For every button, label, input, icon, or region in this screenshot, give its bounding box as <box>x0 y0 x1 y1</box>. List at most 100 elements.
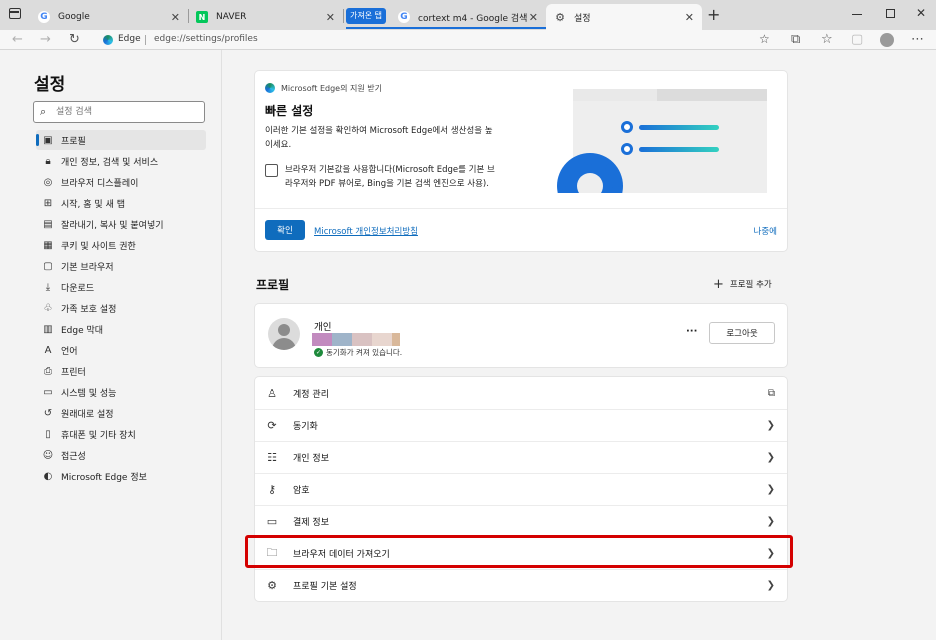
description-line: 이러한 기본 설정을 확인하여 Microsoft Edge에서 생산성을 높 <box>265 126 493 136</box>
favorites-icon[interactable]: ☆ <box>821 31 833 49</box>
more-menu-icon[interactable]: ⋯ <box>911 31 924 49</box>
phone-icon: ▯ <box>45 428 51 440</box>
row-payment-info[interactable]: ▭ 결제 정보 ❯ <box>255 505 787 537</box>
sync-check-icon: ✓ <box>314 348 323 357</box>
row-passwords[interactable]: ⚷ 암호 ❯ <box>255 473 787 505</box>
sidebar-item-edge-bar[interactable]: ▥ Edge 막대 <box>36 319 206 339</box>
sidebar-item-printers[interactable]: ⎙ 프린터 <box>36 361 206 381</box>
tab-settings[interactable]: ⚙ 설정 ✕ <box>546 4 702 30</box>
later-button[interactable]: 나중에 <box>754 225 777 237</box>
sidebar-item-system[interactable]: ▭ 시스템 및 성능 <box>36 382 206 402</box>
sidebar-item-about[interactable]: ◐ Microsoft Edge 정보 <box>36 466 206 486</box>
row-label: 개인 정보 <box>293 454 329 464</box>
settings-search-input[interactable] <box>56 105 196 119</box>
sidebar-item-label: 프린터 <box>61 367 86 378</box>
sidebar-item-start-home[interactable]: ⊞ 시작, 홈 및 새 탭 <box>36 193 206 213</box>
lock-icon: 🔒︎ <box>45 155 51 167</box>
row-account-management[interactable]: ♙ 계정 관리 ⧉ <box>255 377 787 409</box>
settings-page: 설정 ⌕ ▣프로필 🔒︎개인 정보, 검색 및 서비스 ◎브라우저 디스플레이 … <box>0 50 936 640</box>
new-tab-icon[interactable]: + <box>707 5 720 24</box>
settings-search-box[interactable]: ⌕ <box>33 101 205 123</box>
site-label: Edge <box>118 34 141 44</box>
sidebar-item-label: 원래대로 설정 <box>61 409 114 420</box>
illustration-line <box>639 147 719 152</box>
redacted-email <box>312 333 400 346</box>
chevron-right-icon: ❯ <box>766 484 775 495</box>
profile-name: 개인 <box>314 322 332 333</box>
sidebar-item-profiles[interactable]: ▣ 프로필 <box>36 130 206 150</box>
close-icon[interactable]: ✕ <box>171 11 180 24</box>
default-browser-checkbox[interactable] <box>265 164 278 177</box>
sidebar-item-label: 잘라내기, 복사 및 붙여넣기 <box>61 220 164 231</box>
row-profile-preferences[interactable]: ⚙ 프로필 기본 설정 ❯ <box>255 569 787 601</box>
tab-naver[interactable]: N NAVER ✕ <box>188 4 343 30</box>
close-window-icon[interactable]: ✕ <box>916 6 926 20</box>
favorite-add-icon[interactable]: ☆ <box>759 32 770 46</box>
avatar <box>268 318 300 350</box>
sidebar-item-label: 언어 <box>61 346 78 357</box>
highlight-box <box>245 535 793 568</box>
back-icon[interactable]: ← <box>12 31 23 49</box>
row-label: 동기화 <box>293 422 318 432</box>
sidebar-item-reset[interactable]: ↺ 원래대로 설정 <box>36 403 206 423</box>
tab-title: cortext m4 - Google 검색 <box>418 13 528 24</box>
more-options-icon[interactable]: ··· <box>686 326 697 337</box>
tab-strip: G Google ✕ N NAVER ✕ 가져온 탭 G cortext m4 … <box>0 0 936 30</box>
sidebar-item-languages[interactable]: A 언어 <box>36 340 206 360</box>
row-personal-info[interactable]: ☷ 개인 정보 ❯ <box>255 441 787 473</box>
extensions-icon[interactable]: ⧉ <box>791 31 800 49</box>
site-permissions-icon: ▦ <box>43 239 53 251</box>
quick-settings-title: 빠른 설정 <box>265 104 314 118</box>
sidebar-item-downloads[interactable]: ⤓ 다운로드 <box>36 277 206 297</box>
address-bar[interactable]: Edge edge://settings/profiles ☆ <box>95 31 785 49</box>
tab-group-label[interactable]: 가져온 탭 <box>346 8 386 24</box>
tab-title: 설정 <box>574 13 591 24</box>
close-icon[interactable]: ✕ <box>685 11 694 24</box>
profile-avatar-icon[interactable] <box>880 33 894 47</box>
tab-title: Google <box>58 12 90 22</box>
sidebar-item-phone[interactable]: ▯ 휴대폰 및 기타 장치 <box>36 424 206 444</box>
edge-icon <box>103 35 113 45</box>
add-icon: + <box>713 276 724 292</box>
profile-card-icon: ▣ <box>43 134 53 146</box>
sidebar-item-cookies[interactable]: ▦ 쿠키 및 사이트 권한 <box>36 235 206 255</box>
sidebar-item-label: Microsoft Edge 정보 <box>61 472 147 483</box>
add-profile-button[interactable]: + 프로필 추가 <box>713 276 772 292</box>
confirm-button[interactable]: 확인 <box>265 220 305 240</box>
sidebar-item-label: 쿠키 및 사이트 권한 <box>61 241 136 252</box>
maximize-icon[interactable] <box>886 9 895 18</box>
profiles-heading: 프로필 <box>256 278 290 292</box>
sync-icon: ⟳ <box>267 419 277 432</box>
key-icon: ⚷ <box>267 483 277 496</box>
accessibility-icon: ☺ <box>42 449 54 461</box>
sidebar-item-accessibility[interactable]: ☺ 접근성 <box>36 445 206 465</box>
sidebar-item-default-browser[interactable]: ▢ 기본 브라우저 <box>36 256 206 276</box>
tab-actions-icon[interactable] <box>9 8 21 19</box>
sidebar-item-privacy[interactable]: 🔒︎ 개인 정보, 검색 및 서비스 <box>36 151 206 171</box>
navigation-toolbar: ← → ↻ Edge edge://settings/profiles ☆ ⧉ … <box>0 30 936 50</box>
minimize-icon[interactable] <box>852 14 862 15</box>
sidebar-item-label: 접근성 <box>61 451 86 462</box>
sidebar-item-family[interactable]: ♧ 가족 보호 설정 <box>36 298 206 318</box>
close-icon[interactable]: ✕ <box>529 11 538 24</box>
external-link-icon: ⧉ <box>767 387 775 399</box>
profile-settings-icon: ⚙ <box>267 579 277 592</box>
row-sync[interactable]: ⟳ 동기화 ❯ <box>255 409 787 441</box>
sidebar-item-appearance[interactable]: ◎ 브라우저 디스플레이 <box>36 172 206 192</box>
collections-icon[interactable]: ▢ <box>851 31 863 49</box>
avatar-body <box>272 338 296 350</box>
signout-button[interactable]: 로그아웃 <box>709 322 775 344</box>
redaction-swatch <box>372 333 392 346</box>
privacy-policy-link[interactable]: Microsoft 개인정보처리방침 <box>314 225 418 237</box>
redaction-swatch <box>332 333 352 346</box>
refresh-icon[interactable]: ↻ <box>69 31 80 49</box>
sidebar-item-share-copy-paste[interactable]: ▤ 잘라내기, 복사 및 붙여넣기 <box>36 214 206 234</box>
gear-illustration-hole <box>577 173 603 193</box>
chevron-right-icon: ❯ <box>766 452 775 463</box>
tab-google[interactable]: G Google ✕ <box>30 4 188 30</box>
tab-title: NAVER <box>216 12 247 22</box>
forward-icon[interactable]: → <box>40 31 51 49</box>
google-icon: G <box>38 11 50 23</box>
close-icon[interactable]: ✕ <box>326 11 335 24</box>
google-icon: G <box>398 11 410 23</box>
